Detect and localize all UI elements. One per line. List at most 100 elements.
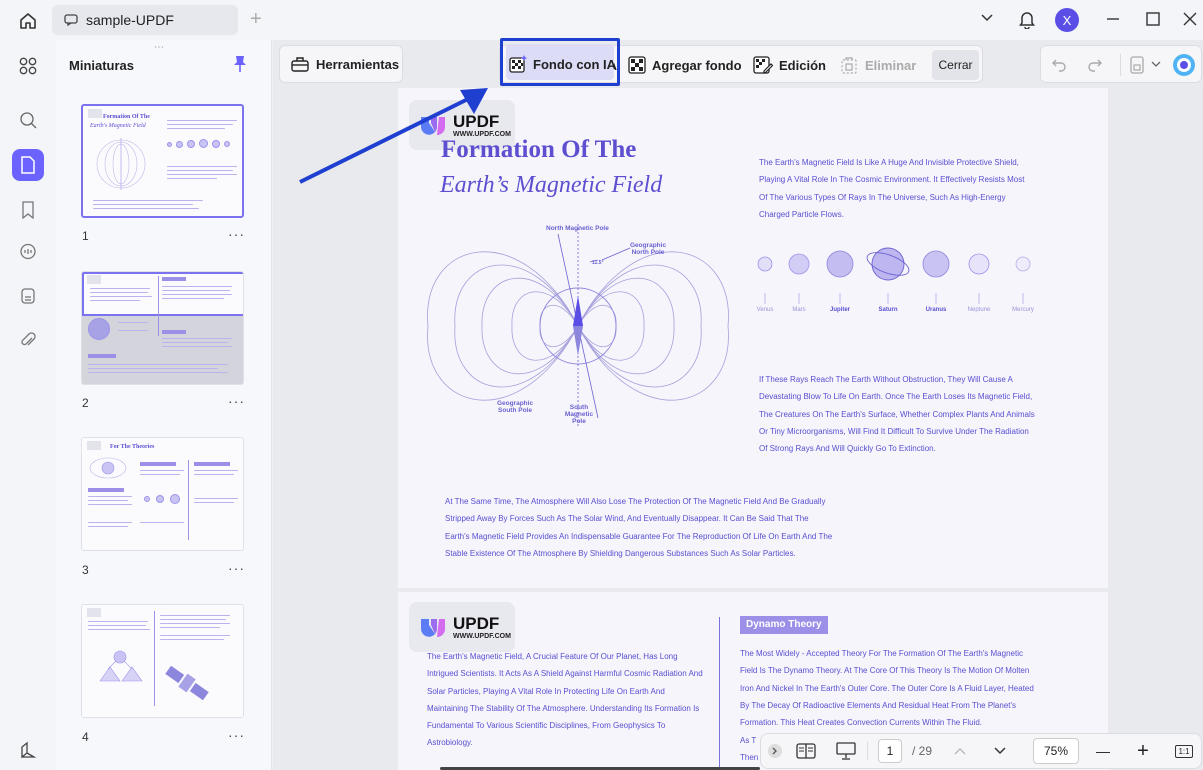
thumb-text-line xyxy=(88,364,228,365)
redo-icon[interactable] xyxy=(1087,56,1103,72)
history-toolbar xyxy=(1040,45,1202,83)
collapse-arrow-icon[interactable] xyxy=(767,734,783,768)
thumb-diagram xyxy=(99,650,143,682)
checker-pencil-icon xyxy=(753,56,773,74)
previous-page-icon[interactable] xyxy=(951,734,969,768)
chevron-down-icon[interactable] xyxy=(979,9,995,25)
next-page-icon[interactable] xyxy=(991,734,1009,768)
close-button[interactable]: Cerrar xyxy=(932,50,979,80)
ai-assistant-icon[interactable] xyxy=(1172,53,1196,77)
reading-mode-icon[interactable] xyxy=(795,734,817,768)
panel-drag-handle[interactable]: ⋯ xyxy=(154,42,165,53)
thumbnail-more-button[interactable]: ··· xyxy=(228,393,245,409)
thumb-text-line xyxy=(162,338,232,339)
bell-icon[interactable] xyxy=(1018,9,1036,29)
thumb-text-line xyxy=(167,128,225,129)
delete-label: Eliminar xyxy=(865,57,917,73)
thumbnail-page-1[interactable]: Formation Of The Earth's Magnetic Field xyxy=(81,104,244,218)
comment-icon[interactable] xyxy=(12,236,44,268)
intro-paragraph: The Earth's Magnetic Field Is Like A Hug… xyxy=(759,158,1025,219)
search-icon[interactable] xyxy=(12,104,44,136)
add-background-label: Agregar fondo xyxy=(652,57,742,73)
ai-background-button-highlighted[interactable]: Fondo con IA xyxy=(509,45,616,83)
thumb-text-line xyxy=(88,522,132,523)
add-background-button[interactable]: Agregar fondo xyxy=(628,46,742,84)
logo-url: WWW.UPDF.COM xyxy=(453,632,511,640)
avatar[interactable]: X xyxy=(1055,8,1079,32)
thumb-text-line xyxy=(167,124,233,125)
stamp-icon[interactable] xyxy=(12,280,44,312)
new-tab-button[interactable]: + xyxy=(250,8,262,30)
rays-paragraph: If These Rays Reach The Earth Without Ob… xyxy=(759,375,1035,454)
dynamo-theory-heading: Dynamo Theory xyxy=(740,616,828,634)
thumb-text-line xyxy=(194,502,234,503)
tools-label: Herramientas xyxy=(316,56,400,72)
actual-size-button[interactable]: 1:1 xyxy=(1175,734,1193,768)
thumbnail-page-number: 4 xyxy=(82,730,89,744)
thumbnail-page-4[interactable] xyxy=(81,604,244,718)
pdf-page-1: UPDF WWW.UPDF.COM Formation Of The Earth… xyxy=(398,88,1108,588)
thumb-badge xyxy=(194,462,230,466)
save-dropdown-icon[interactable] xyxy=(1151,60,1161,68)
atmosphere-paragraph: At The Same Time, The Atmosphere Will Al… xyxy=(445,497,833,558)
bookmark-icon[interactable] xyxy=(12,194,44,226)
pin-icon[interactable] xyxy=(232,55,248,78)
maximize-icon[interactable] xyxy=(1146,12,1160,26)
magnetic-field-diagram xyxy=(427,224,729,428)
thumb-satellite xyxy=(165,665,209,701)
thumb-badge xyxy=(162,277,186,281)
thumb-divider xyxy=(188,460,189,540)
home-icon[interactable] xyxy=(14,8,42,34)
thumb-text-line xyxy=(162,342,228,343)
thumbnail-more-button[interactable]: ··· xyxy=(228,560,245,576)
column-divider xyxy=(719,617,720,767)
thumb-planet xyxy=(156,495,164,503)
thumbnail-more-button[interactable]: ··· xyxy=(228,226,245,242)
apps-icon[interactable] xyxy=(12,50,44,82)
zoom-out-button[interactable]: — xyxy=(1093,734,1113,768)
north-magnetic-pole-label: North Magnetic Pole xyxy=(546,225,609,232)
delete-background-button[interactable]: Eliminar xyxy=(839,46,916,84)
thumb-planet xyxy=(199,139,208,148)
left-rail xyxy=(0,40,56,770)
pages-icon[interactable] xyxy=(12,149,44,181)
thumb-text-line xyxy=(167,170,233,171)
thumb-text-line xyxy=(90,300,140,301)
tilt-angle-label: 11.5° xyxy=(592,260,604,266)
close-icon[interactable] xyxy=(1183,12,1197,26)
presentation-icon[interactable] xyxy=(835,734,857,768)
page-navigation-bar: 1 / 29 75% — + 1:1 xyxy=(760,733,1202,769)
attachment-icon[interactable] xyxy=(12,324,44,356)
thumb-text-line xyxy=(160,619,226,620)
actual-size-label: 1:1 xyxy=(1175,744,1193,758)
document-tab[interactable]: sample-UPDF xyxy=(52,5,238,35)
thumb-heading: For The Theories xyxy=(110,444,155,450)
thumb-logo xyxy=(87,275,101,284)
thumb-text-line xyxy=(118,322,148,323)
thumb-text-line xyxy=(162,294,232,295)
thumb-logo xyxy=(87,441,101,450)
undo-icon[interactable] xyxy=(1051,56,1067,72)
layers-icon[interactable] xyxy=(12,734,44,766)
thumb-text-line xyxy=(90,288,150,289)
current-page-input[interactable]: 1 xyxy=(878,739,902,763)
thumbnail-page-number: 1 xyxy=(82,229,89,243)
thumb-badge xyxy=(162,330,186,334)
toolbar-divider xyxy=(1120,54,1121,76)
thumbnail-page-2[interactable] xyxy=(81,271,244,385)
edit-background-button[interactable]: Edición xyxy=(753,46,826,84)
zoom-level[interactable]: 75% xyxy=(1033,738,1079,764)
thumb-text-line xyxy=(93,200,203,201)
intro-paragraph-page2: The Earth's Magnetic Field, A Crucial Fe… xyxy=(427,652,703,748)
south-magnetic-pole-label: South Magnetic Pole xyxy=(564,404,594,425)
thumbnail-page-3[interactable]: For The Theories xyxy=(81,437,244,551)
thumbnail-more-button[interactable]: ··· xyxy=(228,727,245,743)
minimize-icon[interactable] xyxy=(1106,12,1120,26)
thumbnail-page-number: 2 xyxy=(82,396,89,410)
save-icon[interactable] xyxy=(1129,56,1145,74)
thumb-text-line xyxy=(167,166,237,167)
zoom-in-button[interactable]: + xyxy=(1133,734,1153,768)
tools-button[interactable]: Herramientas xyxy=(279,45,403,83)
thumb-text-line xyxy=(162,286,232,287)
thumb-text-line xyxy=(88,625,146,626)
